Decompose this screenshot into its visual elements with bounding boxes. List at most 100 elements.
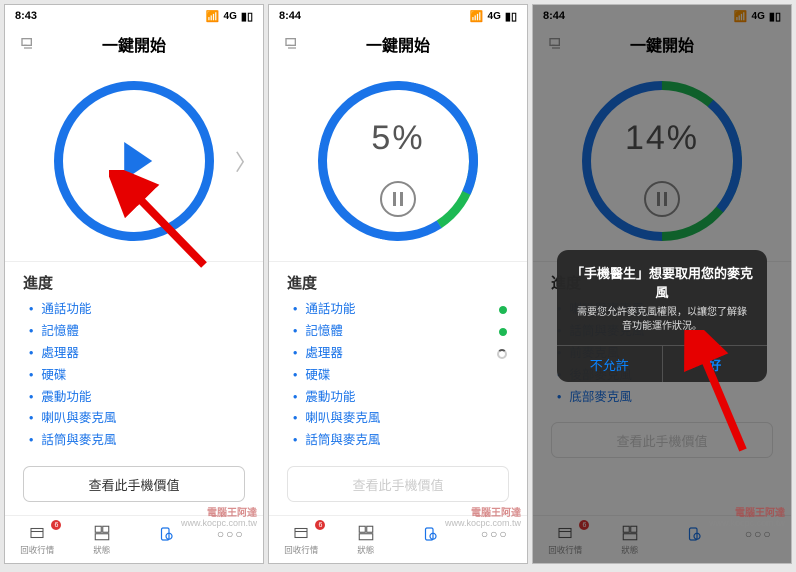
watermark: 電腦王阿達www.kocpc.com.tw — [445, 508, 521, 529]
page-title: 一鍵開始 — [630, 32, 694, 56]
tab-recycle[interactable]: 6 回收行情 — [269, 516, 334, 563]
value-btn-row: 查看此手機價值 — [533, 414, 791, 468]
magnify-icon — [421, 525, 439, 543]
more-icon: ○○○ — [217, 529, 245, 539]
section-header: 進度 — [287, 272, 509, 293]
play-icon — [124, 142, 152, 180]
screenshot-row: 8:43 📶 4G ▮▯ 一鍵開始 〉 進度 — [0, 0, 796, 568]
progress-percent: 5% — [318, 119, 478, 158]
progress-gauge: 5% — [318, 81, 478, 241]
list-item: 記憶體 — [293, 321, 509, 343]
recycle-icon — [556, 524, 574, 542]
status-bar: 8:44 📶 4G ▮▯ — [269, 5, 527, 27]
value-button[interactable]: 查看此手機價值 — [23, 466, 245, 502]
tab-label — [758, 541, 760, 551]
tab-label: 回收行情 — [548, 544, 582, 556]
list-item: 喇叭與麥克風 — [293, 408, 509, 430]
status-icon — [621, 524, 639, 542]
gauge-area: 〉 — [5, 61, 263, 261]
phone-1: 8:43 📶 4G ▮▯ 一鍵開始 〉 進度 — [4, 4, 264, 564]
recycle-icon — [28, 524, 46, 542]
value-button: 查看此手機價值 — [551, 422, 773, 458]
status-icon — [357, 524, 375, 542]
clock: 8:43 — [15, 10, 37, 22]
status-bar: 8:43 📶 4G ▮▯ — [5, 5, 263, 27]
signal-icon: 📶 — [470, 10, 484, 23]
value-btn-row: 查看此手機價值 — [5, 458, 263, 512]
tab-badge: 6 — [579, 520, 589, 530]
tab-label — [429, 545, 431, 555]
start-gauge[interactable] — [54, 81, 214, 241]
progress-gauge: 14% — [582, 81, 742, 241]
clock: 8:44 — [279, 10, 301, 22]
signal-icon: 📶 — [734, 10, 748, 23]
pause-button — [644, 181, 680, 217]
magnify-icon — [685, 525, 703, 543]
list-item: 處理器 — [29, 343, 245, 365]
list-item: 話筒與麥克風 — [293, 430, 509, 452]
tab-badge: 6 — [315, 520, 325, 530]
gauge-area: 14% — [533, 61, 791, 261]
tab-label — [230, 541, 232, 551]
status-right: 📶 4G ▮▯ — [470, 10, 517, 23]
menu-icon[interactable] — [19, 35, 37, 53]
header: 一鍵開始 — [533, 27, 791, 61]
header: 一鍵開始 — [269, 27, 527, 61]
phone-2: 8:44 📶 4G ▮▯ 一鍵開始 5% 進度 通話功能 — [268, 4, 528, 564]
list-item: 震動功能 — [29, 387, 245, 409]
list-item: 硬碟 — [29, 365, 245, 387]
tab-status[interactable]: 狀態 — [334, 516, 399, 563]
more-icon: ○○○ — [481, 529, 509, 539]
menu-icon[interactable] — [283, 35, 301, 53]
magnify-icon — [157, 525, 175, 543]
tab-recycle: 6 回收行情 — [533, 516, 598, 563]
list-item: 硬碟 — [293, 365, 509, 387]
value-button: 查看此手機價值 — [287, 466, 509, 502]
list-item: 通話功能 — [293, 299, 509, 321]
status-loading-icon — [497, 349, 507, 359]
chevron-right-icon[interactable]: 〉 — [235, 145, 257, 177]
dialog-buttons: 不允許 好 — [557, 345, 767, 382]
progress-section: 進度 通話功能 記憶體 處理器 硬碟 震動功能 喇叭與麥克風 話筒與麥克風 — [269, 261, 527, 458]
phone-3: 8:44 📶 4G ▮▯ 一鍵開始 14% 「手機醫生」想要取用您的麥克風 需要 — [532, 4, 792, 564]
tab-label: 狀態 — [621, 544, 638, 556]
check-list: 通話功能 記憶體 處理器 硬碟 震動功能 喇叭與麥克風 話筒與麥克風 — [287, 299, 509, 452]
status-icon — [93, 524, 111, 542]
tab-status: 狀態 — [598, 516, 663, 563]
tab-label — [693, 545, 695, 555]
list-item: 震動功能 — [293, 387, 509, 409]
status-pass-icon — [499, 328, 507, 336]
progress-percent: 14% — [582, 119, 742, 158]
network-badge: 4G — [752, 11, 765, 22]
list-item: 喇叭與麥克風 — [29, 408, 245, 430]
dialog-deny-button[interactable]: 不允許 — [557, 346, 663, 382]
signal-icon: 📶 — [206, 10, 220, 23]
battery-icon: ▮▯ — [769, 10, 781, 23]
page-title: 一鍵開始 — [102, 32, 166, 56]
tab-label: 狀態 — [93, 544, 110, 556]
watermark: 電腦王阿達www.kocpc.com.tw — [181, 508, 257, 529]
header: 一鍵開始 — [5, 27, 263, 61]
tab-label: 回收行情 — [284, 544, 318, 556]
pause-button[interactable] — [380, 181, 416, 217]
network-badge: 4G — [224, 11, 237, 22]
page-title: 一鍵開始 — [366, 32, 430, 56]
tab-recycle[interactable]: 6 回收行情 — [5, 516, 70, 563]
list-item: 處理器 — [293, 343, 509, 365]
permission-dialog: 「手機醫生」想要取用您的麥克風 需要您允許麥克風權限，以讓您了解錄音功能運作狀況… — [557, 250, 767, 382]
status-right: 📶 4G ▮▯ — [206, 10, 253, 23]
progress-section: 進度 通話功能 記憶體 處理器 硬碟 震動功能 喇叭與麥克風 話筒與麥克風 — [5, 261, 263, 458]
recycle-icon — [292, 524, 310, 542]
watermark: 電腦王阿達www.kocpc.com.tw — [709, 508, 785, 529]
value-btn-row: 查看此手機價值 — [269, 458, 527, 512]
list-item: 話筒與麥克風 — [29, 430, 245, 452]
tab-label: 回收行情 — [20, 544, 54, 556]
dialog-allow-button[interactable]: 好 — [663, 346, 768, 382]
check-list: 通話功能 記憶體 處理器 硬碟 震動功能 喇叭與麥克風 話筒與麥克風 — [23, 299, 245, 452]
tab-status[interactable]: 狀態 — [70, 516, 135, 563]
tab-label: 狀態 — [357, 544, 374, 556]
list-item: 記憶體 — [29, 321, 245, 343]
network-badge: 4G — [488, 11, 501, 22]
list-item: 底部麥克風 — [557, 387, 773, 409]
battery-icon: ▮▯ — [241, 10, 253, 23]
